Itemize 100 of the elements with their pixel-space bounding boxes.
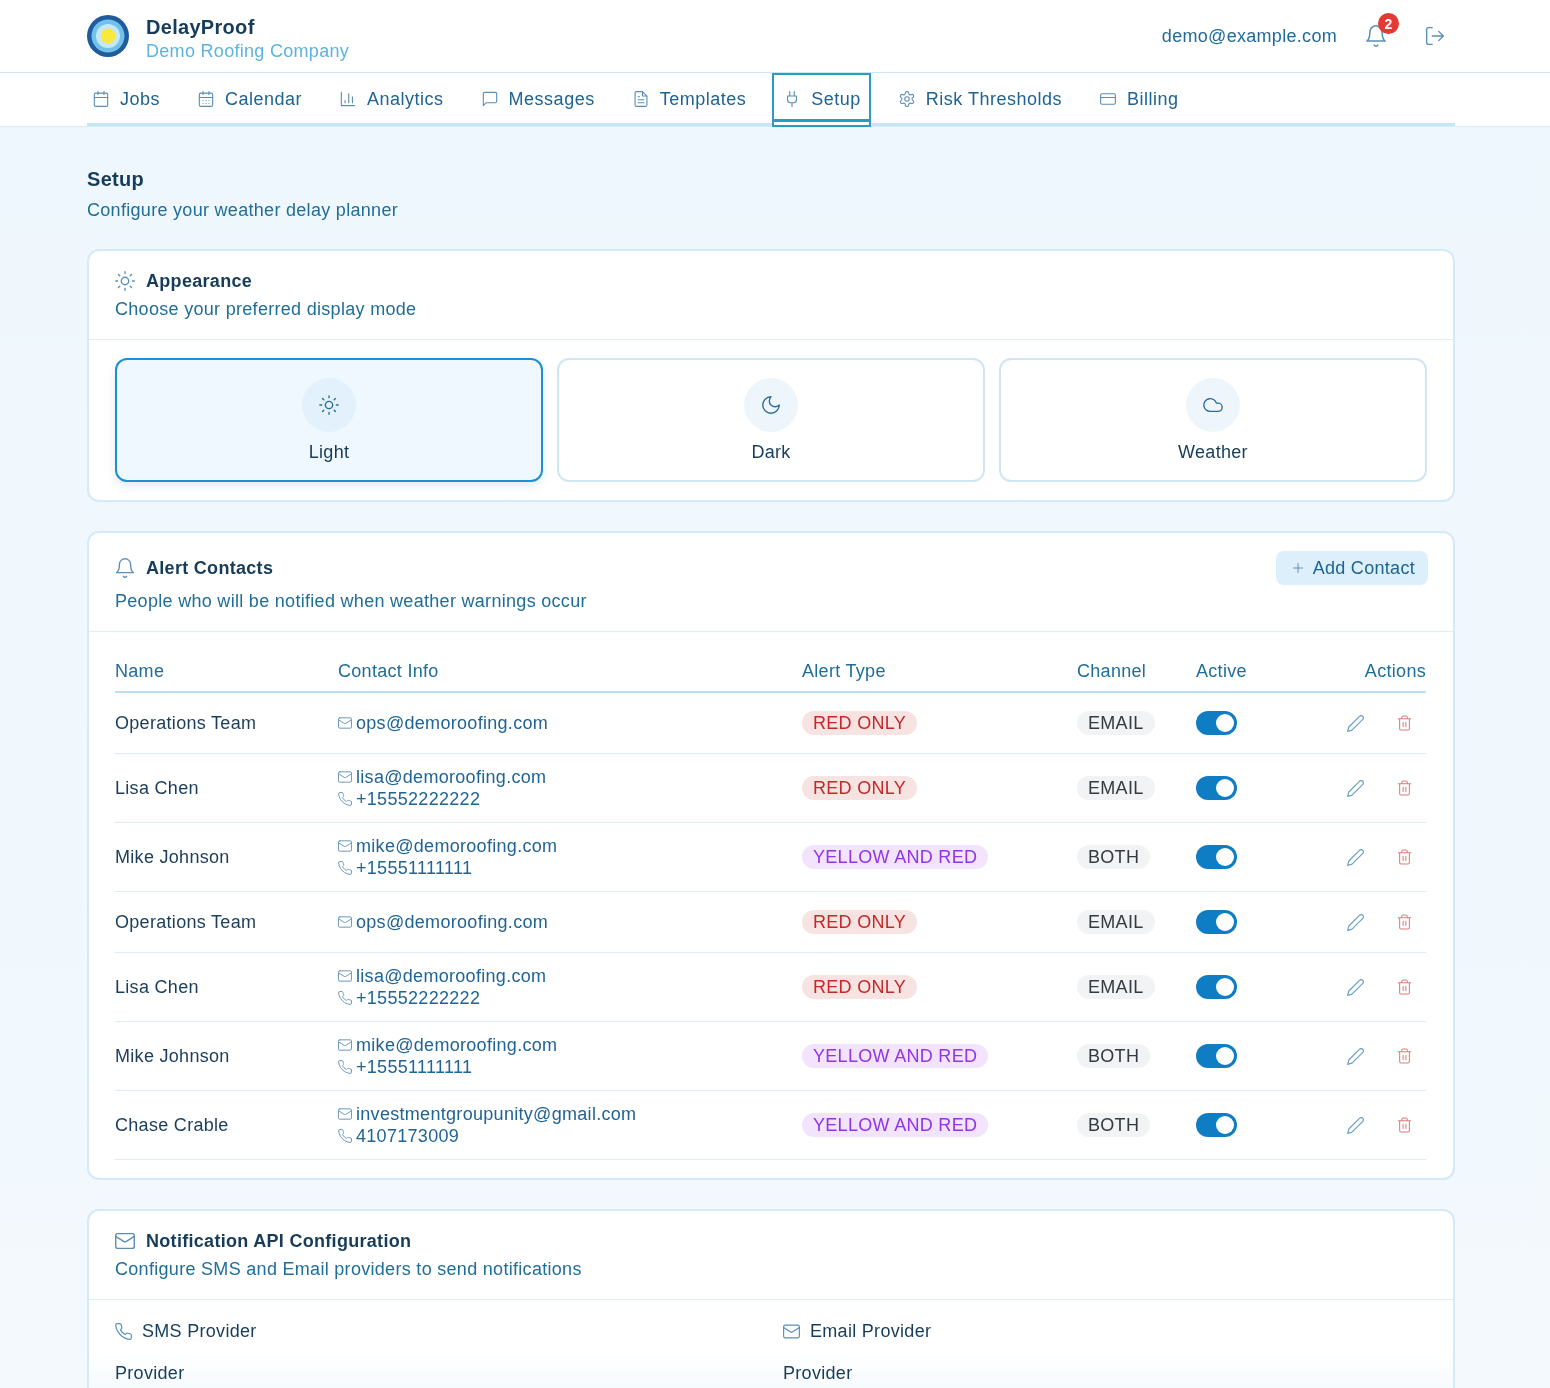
nav-tab[interactable]: Analytics [328, 73, 454, 127]
pencil-icon[interactable] [1347, 1047, 1364, 1065]
credit-card-icon [1099, 91, 1116, 107]
contact-name: Operations Team [115, 911, 257, 933]
user-email: demo@example.com [1161, 25, 1337, 47]
nav-tab[interactable]: Jobs [81, 73, 171, 127]
nav-tab[interactable]: Templates [620, 73, 757, 127]
theme-option[interactable]: Light [115, 358, 543, 482]
theme-option[interactable]: Weather [999, 358, 1427, 482]
theme-option[interactable]: Dark [557, 358, 985, 482]
channel-tag: EMAIL [1077, 776, 1155, 800]
cloud-icon [1186, 378, 1240, 432]
sun-icon [115, 271, 135, 291]
alert-type-tag: YELLOW AND RED [802, 1044, 989, 1068]
add-contact-button[interactable]: Add Contact [1275, 551, 1428, 585]
active-toggle[interactable] [1196, 975, 1237, 999]
bar-chart-icon [340, 91, 357, 107]
channel-tag: BOTH [1077, 845, 1151, 869]
pencil-icon[interactable] [1347, 848, 1364, 866]
moon-icon [744, 378, 798, 432]
document-icon [632, 91, 649, 107]
contact-name: Mike Johnson [115, 1045, 230, 1067]
card-title: Alert Contacts [146, 557, 274, 580]
envelope-icon [338, 969, 352, 983]
pencil-icon[interactable] [1347, 779, 1364, 797]
contact-email: lisa@demoroofing.com [356, 766, 547, 788]
contact-phone: +15551111111 [356, 857, 473, 879]
contact-phone: +15552222222 [356, 788, 481, 810]
card-title: Notification API Configuration [146, 1230, 412, 1253]
active-toggle[interactable] [1196, 910, 1237, 934]
plus-icon [1290, 561, 1305, 575]
bell-icon[interactable] [1365, 25, 1387, 47]
card-subtitle: People who will be notified when weather warnings occur [115, 590, 587, 613]
contact-email: lisa@demoroofing.com [356, 965, 547, 987]
nav-tab[interactable]: Setup [772, 73, 871, 127]
nav-tab[interactable]: Risk Thresholds [886, 73, 1072, 127]
active-toggle[interactable] [1196, 711, 1237, 735]
alert-type-tag: RED ONLY [802, 975, 918, 999]
phone-icon [338, 861, 352, 875]
column-header: Actions [1364, 660, 1426, 682]
envelope-icon [338, 839, 352, 853]
column-header: Contact Info [338, 660, 439, 682]
contact-email: mike@demoroofing.com [356, 835, 558, 857]
calendar-icon [93, 91, 109, 107]
pencil-icon[interactable] [1347, 1116, 1364, 1134]
column-header: Name [115, 660, 165, 682]
contact-name: Operations Team [115, 712, 257, 734]
trash-icon[interactable] [1397, 1048, 1412, 1064]
trash-icon[interactable] [1397, 780, 1412, 796]
card-subtitle: Configure SMS and Email providers to send notifications [115, 1258, 582, 1281]
trash-icon[interactable] [1397, 979, 1412, 995]
active-toggle[interactable] [1196, 776, 1237, 800]
section-title: Email Provider [810, 1320, 932, 1342]
channel-tag: EMAIL [1077, 711, 1155, 735]
contact-name: Lisa Chen [115, 777, 199, 799]
contact-email: mike@demoroofing.com [356, 1034, 558, 1056]
column-header: Active [1196, 660, 1247, 682]
pencil-icon[interactable] [1347, 714, 1364, 732]
channel-tag: EMAIL [1077, 910, 1155, 934]
page-title: Setup [87, 167, 145, 191]
alert-type-tag: YELLOW AND RED [802, 1113, 989, 1137]
phone-icon [338, 1060, 352, 1074]
contact-phone: 4107173009 [356, 1125, 460, 1147]
section-title: SMS Provider [142, 1320, 257, 1342]
notification-badge: 2 [1378, 13, 1399, 34]
active-toggle[interactable] [1196, 1113, 1237, 1137]
active-toggle[interactable] [1196, 845, 1237, 869]
card-title: Appearance [146, 270, 253, 293]
trash-icon[interactable] [1397, 914, 1412, 930]
bell-icon [115, 558, 135, 578]
active-toggle[interactable] [1196, 1044, 1237, 1068]
pencil-icon[interactable] [1347, 978, 1364, 996]
logout-icon[interactable] [1425, 26, 1445, 46]
pencil-icon[interactable] [1347, 913, 1364, 931]
sun-icon [302, 378, 356, 432]
channel-tag: BOTH [1077, 1044, 1151, 1068]
field-label: Provider [115, 1362, 185, 1384]
trash-icon[interactable] [1397, 715, 1412, 731]
phone-icon [115, 1322, 132, 1340]
logo-icon [87, 15, 129, 57]
envelope-icon [338, 915, 352, 929]
speech-bubble-icon [481, 91, 498, 107]
phone-icon [338, 792, 352, 806]
trash-icon[interactable] [1397, 849, 1412, 865]
contact-name: Chase Crable [115, 1114, 229, 1136]
trash-icon[interactable] [1397, 1117, 1412, 1133]
page-subtitle: Configure your weather delay planner [87, 199, 398, 222]
envelope-icon [338, 1038, 352, 1052]
alert-type-tag: RED ONLY [802, 711, 918, 735]
gear-icon [898, 91, 915, 107]
nav-tab[interactable]: Billing [1087, 73, 1189, 127]
envelope-icon [338, 716, 352, 730]
nav-tab[interactable]: Calendar [186, 73, 313, 127]
field-label: Provider [783, 1362, 853, 1384]
contact-email: investmentgroupunity@gmail.com [356, 1103, 637, 1125]
nav-tab[interactable]: Messages [469, 73, 605, 127]
channel-tag: BOTH [1077, 1113, 1151, 1137]
app-title: DelayProof [146, 15, 255, 39]
contact-name: Mike Johnson [115, 846, 230, 868]
column-header: Alert Type [802, 660, 886, 682]
